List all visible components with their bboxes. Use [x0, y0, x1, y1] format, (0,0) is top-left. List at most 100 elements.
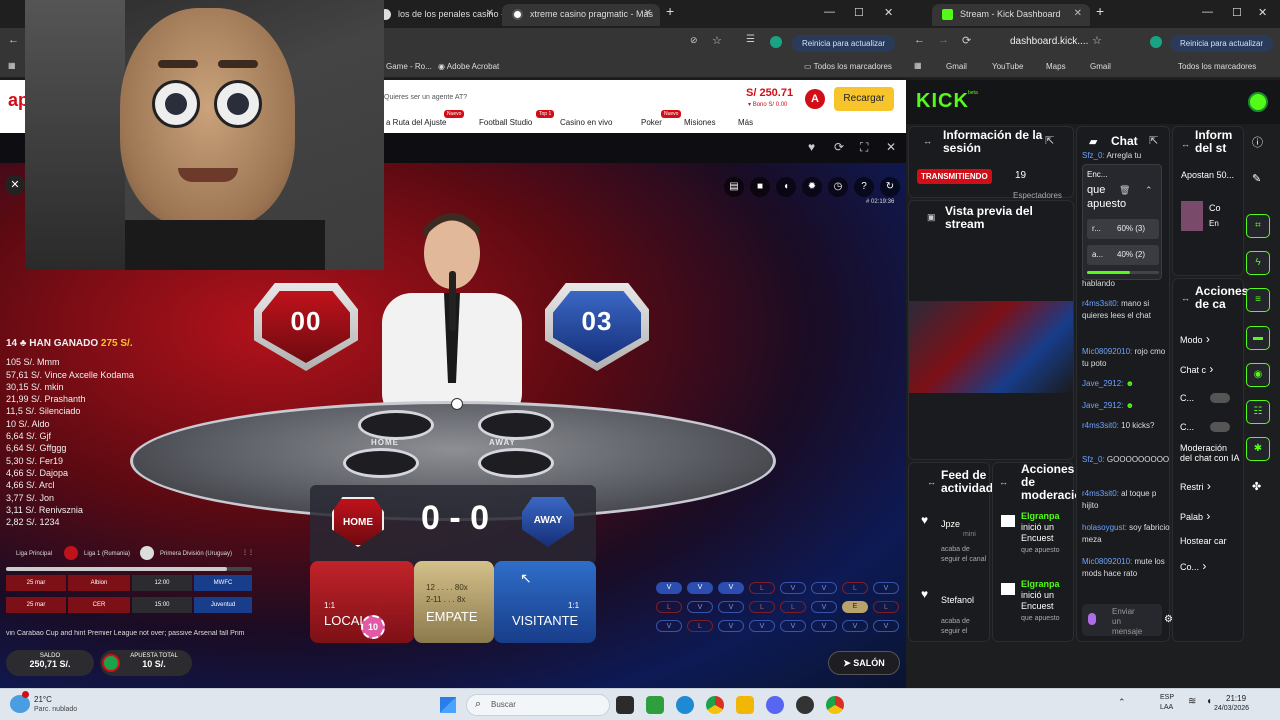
obs-icon[interactable] — [796, 696, 814, 714]
weather-icon[interactable] — [10, 695, 30, 713]
tab-kick-dashboard[interactable]: Stream - Kick Dashboard ✕ — [932, 4, 1090, 26]
channel-action[interactable]: Restri › — [1180, 480, 1240, 492]
league-tab-rumania[interactable]: Liga 1 (Rumania) — [84, 551, 130, 557]
edge-icon[interactable] — [676, 696, 694, 714]
chat-message[interactable]: Mic08092010: rojo cmo tu poto — [1082, 346, 1170, 370]
help-icon[interactable]: ? — [854, 177, 874, 197]
league-scrollbar[interactable] — [6, 567, 252, 571]
tabs-search-icon[interactable]: ☰ — [746, 34, 755, 45]
chat-input[interactable]: Enviar un mensaje — [1082, 604, 1162, 636]
notes-icon[interactable]: ≡ — [1246, 288, 1270, 312]
bet-empate[interactable]: 12 . . . . 80x 2-11 . . . 8x EMPATE — [414, 561, 494, 643]
star-icon[interactable]: ☆ — [712, 34, 722, 47]
windows-start-icon[interactable] — [440, 697, 456, 713]
league-tab-principal[interactable]: Liga Principal — [16, 551, 52, 557]
bookmark-adobe[interactable]: ◉ Adobe Acrobat — [438, 62, 499, 71]
category-thumbnail[interactable] — [1181, 201, 1203, 231]
clock-time[interactable]: 21:19 — [1226, 694, 1246, 703]
drag-handle-icon[interactable]: ↔ — [1181, 139, 1190, 149]
kick-logo[interactable]: KICK — [916, 90, 969, 113]
close-window-icon[interactable]: ✕ — [1258, 6, 1267, 19]
lobby-icon[interactable]: ↻ — [880, 177, 900, 197]
new-tab-icon[interactable]: + — [1096, 3, 1104, 19]
wrench-icon[interactable]: ✱ — [1246, 437, 1270, 461]
chat-username[interactable]: r4ms3sit0: — [1082, 489, 1119, 498]
info-icon[interactable]: ⓘ — [1252, 134, 1263, 150]
refresh-icon[interactable]: ⟳ — [834, 140, 844, 154]
reload-icon[interactable]: ⟳ — [962, 34, 971, 47]
maximize-icon[interactable]: ☐ — [1232, 6, 1242, 19]
update-button[interactable]: Reinicia para actualizar — [1170, 35, 1274, 52]
chrome-icon[interactable] — [706, 696, 724, 714]
bet-chip[interactable]: 10 — [361, 615, 385, 639]
chat-username[interactable]: holasoygust: — [1082, 523, 1127, 532]
chat-username[interactable]: r4ms3sit0: — [1082, 421, 1119, 430]
channel-action[interactable]: Hostear car — [1180, 536, 1240, 546]
user-avatar[interactable]: A — [805, 89, 825, 109]
minimize-icon[interactable]: — — [1202, 6, 1213, 18]
list-icon[interactable]: ☷ — [1246, 400, 1270, 424]
taskbar-search[interactable]: ⌕ Buscar — [466, 694, 610, 716]
sound-icon[interactable]: ◖ — [776, 177, 796, 197]
settings-icon[interactable]: ✹ — [802, 177, 822, 197]
chat-username[interactable]: r4ms3sit0: — [1082, 299, 1119, 308]
maximize-icon[interactable]: ☐ — [854, 6, 864, 19]
channel-action[interactable]: Palab › — [1180, 510, 1240, 522]
minimize-icon[interactable]: — — [824, 6, 835, 18]
schedule-row[interactable]: 25 mar CER 15:00 Juventud — [6, 597, 252, 613]
nav-poker[interactable]: Poker — [641, 118, 662, 127]
back-icon[interactable]: ← — [8, 34, 19, 46]
bet-visitante[interactable]: 1:1 VISITANTE — [494, 561, 596, 643]
task-view-icon[interactable] — [616, 696, 634, 714]
chat-message[interactable]: Sfz_0: Arregla tu — [1082, 150, 1170, 162]
clip-icon[interactable]: ⌗ — [1246, 214, 1270, 238]
nav-ruta-ajuste[interactable]: a Ruta del Ajuste — [386, 118, 446, 127]
apps-grid-icon[interactable]: ▦ — [914, 61, 922, 70]
close-game-icon[interactable]: ✕ — [886, 140, 896, 154]
edit-icon[interactable]: ✎ — [1252, 172, 1261, 185]
chat-message[interactable]: r4ms3sit0: al toque p hijito — [1082, 488, 1170, 512]
profile-icon[interactable] — [770, 36, 782, 48]
nav-casino-en-vivo[interactable]: Casino en vivo — [560, 118, 612, 127]
stream-thumbnail[interactable] — [909, 301, 1073, 393]
star-icon[interactable]: ☆ — [1092, 34, 1102, 47]
feed-user[interactable]: Jpze — [941, 519, 960, 529]
channel-action[interactable]: Chat c › — [1180, 363, 1240, 375]
heart-icon[interactable]: ♥ — [808, 140, 815, 154]
chat-username[interactable]: Jave_2912: — [1082, 401, 1123, 410]
chat-message[interactable]: holasoygust: soy fabricio meza — [1082, 522, 1170, 546]
extensions-icon[interactable]: ✤ — [1252, 480, 1261, 493]
chat-username[interactable]: Jave_2912: — [1082, 379, 1123, 388]
apps-grid-icon[interactable]: ▦ — [8, 61, 16, 70]
toggle-switch[interactable] — [1210, 422, 1230, 432]
bookmark-game[interactable]: Game - Ro... — [386, 62, 432, 71]
channel-action[interactable]: Co... › — [1180, 560, 1240, 572]
popout-icon[interactable]: ⇱ — [1149, 134, 1158, 147]
profile-icon[interactable] — [1150, 36, 1162, 48]
all-bookmarks[interactable]: ▭ Todos los marcadores — [804, 62, 892, 71]
salon-button[interactable]: ➤ SALÓN — [828, 651, 900, 675]
channel-action[interactable]: Modo › — [1180, 333, 1240, 345]
chat-message[interactable]: Jave_2912: ☻ — [1082, 400, 1170, 412]
forward-icon[interactable]: → — [938, 34, 949, 46]
chrome-icon-2[interactable] — [826, 696, 844, 714]
tray-chevron-icon[interactable]: ⌃ — [1118, 697, 1126, 708]
chat-message[interactable]: Sfz_0: GOOOOOOOOO — [1082, 454, 1170, 466]
schedule-row[interactable]: 25 mar Albion 12:00 MWFC — [6, 575, 252, 591]
close-tab-icon[interactable]: ✕ — [644, 8, 652, 19]
mic-icon[interactable] — [1088, 613, 1096, 625]
minecraft-icon[interactable] — [646, 696, 664, 714]
drag-handle-icon[interactable]: ↔ — [999, 477, 1008, 487]
close-window-icon[interactable]: ✕ — [884, 6, 893, 19]
volume-icon[interactable]: ◖ — [1206, 696, 1212, 707]
feed-user[interactable]: Stefanol — [941, 595, 974, 605]
chat-tool-icon[interactable]: ▬ — [1246, 326, 1270, 350]
history-icon[interactable]: ◷ — [828, 177, 848, 197]
recharge-button[interactable]: Recargar — [834, 87, 894, 111]
tab-xtreme[interactable]: xtreme casino pragmatic - Mas ✕ — [502, 4, 660, 26]
chat-message[interactable]: r4ms3sit0: mano si quieres lees el chat — [1082, 298, 1170, 322]
channel-action[interactable]: Moderación del chat con IA — [1180, 443, 1240, 463]
toggle-switch[interactable] — [1210, 393, 1230, 403]
agent-link[interactable]: Quieres ser un agente AT? — [384, 94, 467, 101]
exit-game-icon[interactable]: ✕ — [5, 175, 25, 195]
